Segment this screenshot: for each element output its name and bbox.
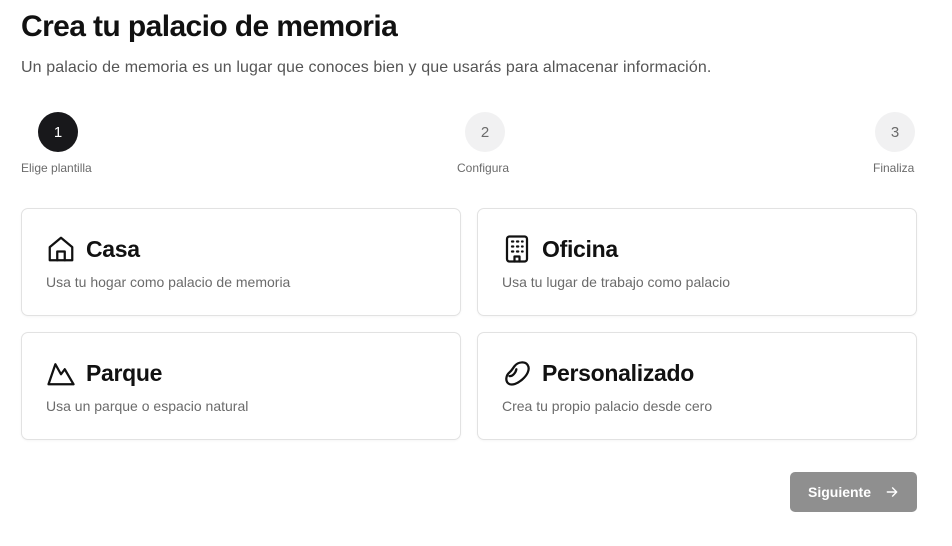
next-button[interactable]: Siguiente (790, 472, 917, 512)
template-title: Personalizado (542, 360, 695, 386)
template-card-parque[interactable]: Parque Usa un parque o espacio natural (21, 332, 461, 440)
template-card-personalizado[interactable]: Personalizado Crea tu propio palacio des… (477, 332, 917, 440)
page-subtitle: Un palacio de memoria es un lugar que co… (21, 59, 712, 76)
step-2-indicator: 2 (465, 112, 505, 152)
bean-icon (502, 358, 532, 388)
template-card-oficina[interactable]: Oficina Usa tu lugar de trabajo como pal… (477, 208, 917, 316)
step-1-label: Elige plantilla (21, 161, 92, 175)
step-2-label: Configura (457, 161, 510, 175)
mountain-icon (46, 358, 76, 388)
building-icon (502, 234, 532, 264)
step-1-indicator: 1 (38, 112, 78, 152)
arrow-right-icon (885, 485, 899, 499)
step-3-indicator: 3 (875, 112, 915, 152)
template-title: Parque (86, 360, 163, 386)
step-3-label: Finaliza (873, 161, 915, 175)
page-title: Crea tu palacio de memoria (21, 10, 398, 43)
template-title: Oficina (542, 236, 618, 262)
template-description: Usa tu hogar como palacio de memoria (46, 274, 291, 290)
template-description: Crea tu propio palacio desde cero (502, 398, 713, 414)
template-card-casa[interactable]: Casa Usa tu hogar como palacio de memori… (21, 208, 461, 316)
template-description: Usa un parque o espacio natural (46, 398, 249, 414)
template-title: Casa (86, 236, 140, 262)
template-description: Usa tu lugar de trabajo como palacio (502, 274, 731, 290)
house-icon (46, 234, 76, 264)
next-button-label: Siguiente (807, 484, 871, 500)
